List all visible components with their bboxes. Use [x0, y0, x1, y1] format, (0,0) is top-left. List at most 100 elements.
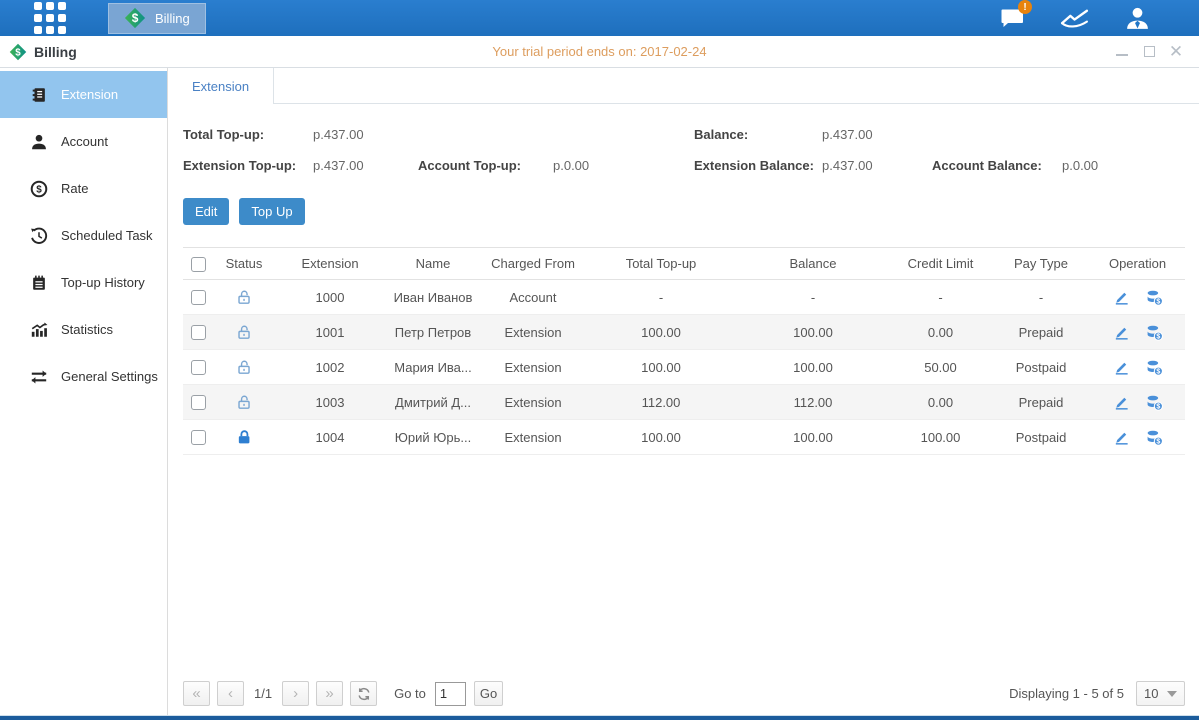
sidebar-item-label: Extension: [61, 87, 118, 102]
maximize-icon[interactable]: [1142, 45, 1156, 59]
cell-pay-type: Prepaid: [992, 315, 1090, 350]
svg-text:$: $: [1156, 297, 1160, 305]
locked-icon: [236, 429, 253, 446]
first-page-button[interactable]: «: [183, 681, 210, 706]
bottom-edge-strip: [0, 715, 1199, 720]
sidebar-item-statistics[interactable]: Statistics: [0, 306, 167, 353]
goto-page-input[interactable]: [435, 682, 466, 706]
person-icon: [30, 133, 48, 151]
minimize-icon[interactable]: [1115, 45, 1129, 59]
column-header-pay-type: Pay Type: [992, 248, 1090, 280]
cell-total-topup: 100.00: [585, 315, 737, 350]
sidebar-item-account[interactable]: Account: [0, 118, 167, 165]
svg-text:$: $: [15, 47, 21, 58]
account-balance-label: Account Balance:: [932, 158, 1062, 173]
page-size-select[interactable]: 10: [1136, 681, 1185, 706]
cell-total-topup: 100.00: [585, 420, 737, 455]
sidebar-item-rate[interactable]: $Rate: [0, 165, 167, 212]
tab-extension[interactable]: Extension: [168, 68, 274, 104]
column-header-status: Status: [213, 248, 275, 280]
unlocked-icon: [236, 359, 253, 376]
topup-coins-icon[interactable]: $: [1146, 429, 1163, 446]
pagination-bar: « ‹ 1/1 › » Go to Go Displaying 1 - 5 of…: [168, 681, 1199, 715]
sidebar-item-label: Rate: [61, 181, 88, 196]
user-icon[interactable]: [1124, 6, 1151, 31]
cell-checkbox: [183, 420, 213, 455]
column-header-credit-limit: Credit Limit: [889, 248, 992, 280]
cell-total-topup: 100.00: [585, 350, 737, 385]
last-page-button[interactable]: »: [316, 681, 343, 706]
window-header: Your trial period ends on: 2017-02-24 $ …: [0, 36, 1199, 68]
billing-diamond-icon: $: [9, 43, 27, 61]
cell-credit-limit: 0.00: [889, 315, 992, 350]
taskbar-tab-label: Billing: [155, 11, 190, 26]
taskbar-tab-billing[interactable]: $ Billing: [108, 3, 206, 34]
sidebar-item-extension[interactable]: Extension: [0, 71, 167, 118]
cell-name: Петр Петров: [385, 315, 481, 350]
topup-coins-icon[interactable]: $: [1146, 394, 1163, 411]
cell-extension: 1003: [275, 385, 385, 420]
row-checkbox[interactable]: [191, 395, 206, 410]
sidebar-item-scheduled-task[interactable]: Scheduled Task: [0, 212, 167, 259]
extension-table-wrap: StatusExtensionNameCharged FromTotal Top…: [183, 247, 1185, 455]
row-checkbox[interactable]: [191, 430, 206, 445]
edit-icon[interactable]: [1113, 324, 1130, 341]
cell-pay-type: Prepaid: [992, 385, 1090, 420]
edit-icon[interactable]: [1113, 429, 1130, 446]
cell-operation: $: [1090, 315, 1185, 350]
row-checkbox[interactable]: [191, 360, 206, 375]
row-checkbox[interactable]: [191, 290, 206, 305]
row-checkbox[interactable]: [191, 325, 206, 340]
account-balance-value: p.0.00: [1062, 158, 1185, 173]
cell-credit-limit: 100.00: [889, 420, 992, 455]
cell-credit-limit: 50.00: [889, 350, 992, 385]
svg-text:$: $: [1156, 332, 1160, 340]
table-row: 1003Дмитрий Д...Extension112.00112.000.0…: [183, 385, 1185, 420]
displaying-text: Displaying 1 - 5 of 5: [1009, 686, 1124, 701]
sidebar-item-label: Scheduled Task: [61, 228, 153, 243]
refresh-icon[interactable]: [350, 681, 377, 706]
top-up-button[interactable]: Top Up: [239, 198, 304, 225]
cell-operation: $: [1090, 385, 1185, 420]
topbar-icons: !: [998, 6, 1151, 31]
sidebar-item-general-settings[interactable]: General Settings: [0, 353, 167, 400]
close-icon[interactable]: ✕: [1169, 45, 1183, 59]
cell-credit-limit: -: [889, 280, 992, 315]
stats-icon: [30, 321, 48, 339]
cell-checkbox: [183, 280, 213, 315]
topup-coins-icon[interactable]: $: [1146, 359, 1163, 376]
column-header-name: Name: [385, 248, 481, 280]
column-header-balance: Balance: [737, 248, 889, 280]
balance-label: Balance:: [694, 127, 822, 142]
notebook-icon: [30, 274, 48, 292]
cell-extension: 1004: [275, 420, 385, 455]
sidebar-item-label: General Settings: [61, 369, 158, 384]
select-all-checkbox[interactable]: [191, 257, 206, 272]
cell-status: [213, 315, 275, 350]
topup-coins-icon[interactable]: $: [1146, 324, 1163, 341]
edit-icon[interactable]: [1113, 289, 1130, 306]
cell-total-topup: -: [585, 280, 737, 315]
edit-button[interactable]: Edit: [183, 198, 229, 225]
app-grid-icon[interactable]: [34, 2, 66, 34]
messages-icon[interactable]: !: [998, 6, 1025, 30]
page-size-value: 10: [1144, 686, 1158, 701]
prev-page-button[interactable]: ‹: [217, 681, 244, 706]
cell-charged-from: Extension: [481, 420, 585, 455]
go-button[interactable]: Go: [474, 681, 503, 706]
cell-status: [213, 385, 275, 420]
next-page-button[interactable]: ›: [282, 681, 309, 706]
line-chart-icon[interactable]: [1059, 7, 1090, 30]
edit-icon[interactable]: [1113, 394, 1130, 411]
goto-label: Go to: [394, 686, 426, 701]
cell-extension: 1001: [275, 315, 385, 350]
edit-icon[interactable]: [1113, 359, 1130, 376]
cell-checkbox: [183, 315, 213, 350]
cell-checkbox: [183, 350, 213, 385]
sidebar-item-top-up-history[interactable]: Top-up History: [0, 259, 167, 306]
total-topup-label: Total Top-up:: [183, 127, 313, 142]
cell-balance: -: [737, 280, 889, 315]
svg-text:$: $: [1156, 437, 1160, 445]
topup-coins-icon[interactable]: $: [1146, 289, 1163, 306]
cell-name: Иван Иванов: [385, 280, 481, 315]
